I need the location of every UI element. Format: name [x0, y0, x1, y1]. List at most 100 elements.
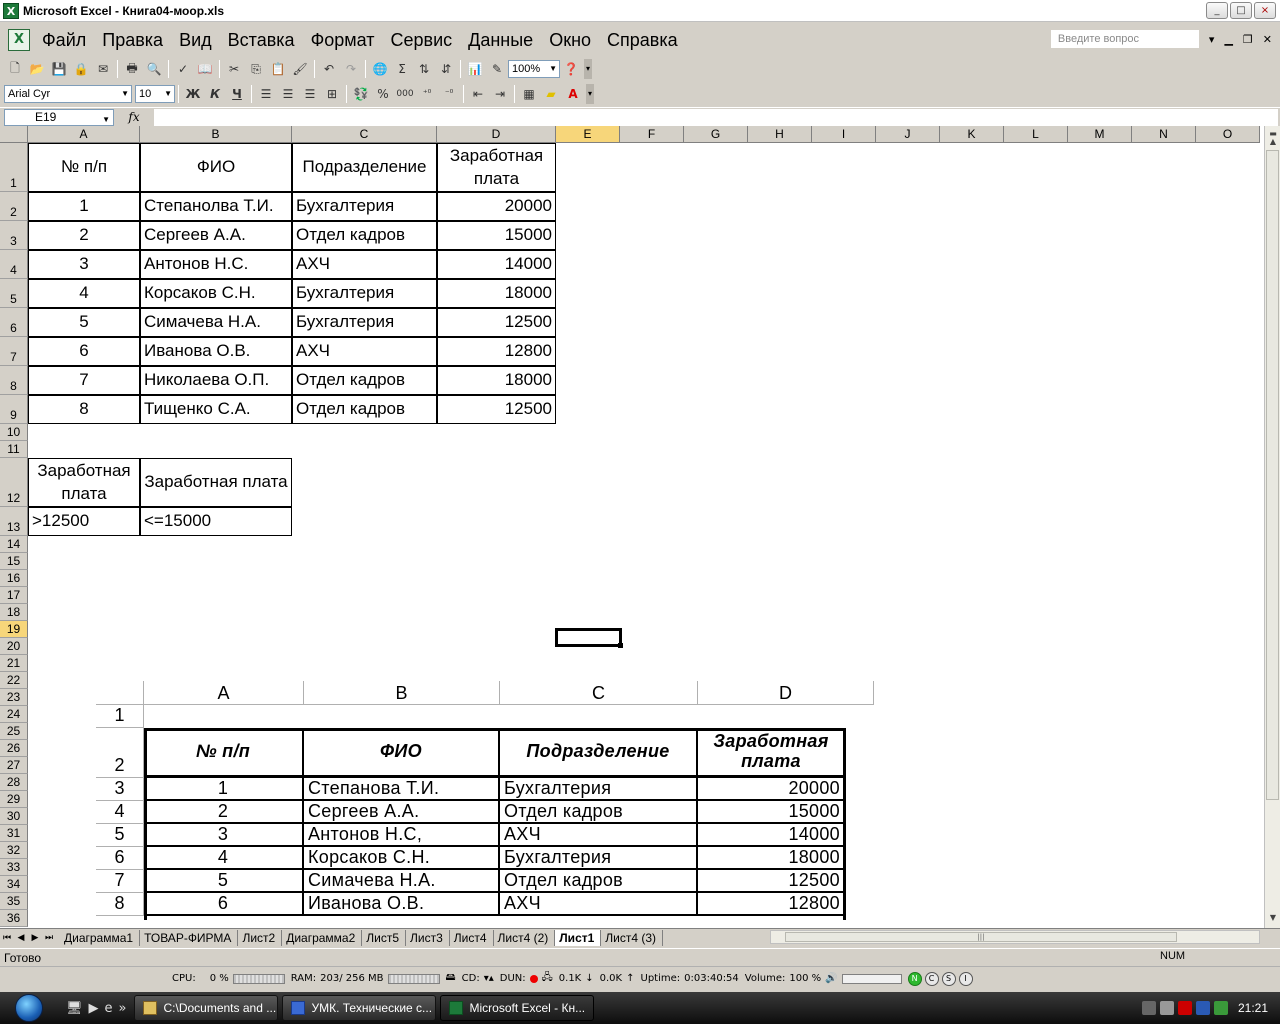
- increase-decimal-icon[interactable]: ⁺⁰: [416, 84, 438, 104]
- column-header-i[interactable]: I: [812, 126, 876, 143]
- row-header-34[interactable]: 34: [0, 876, 28, 893]
- autosum-icon[interactable]: Σ: [391, 59, 413, 79]
- sheet-tab[interactable]: Лист1: [555, 929, 602, 946]
- menu-data[interactable]: Данные: [460, 30, 541, 51]
- table-cell[interactable]: 15000: [437, 221, 556, 250]
- email-icon[interactable]: ✉: [92, 59, 114, 79]
- row-header-28[interactable]: 28: [0, 774, 28, 791]
- table-cell[interactable]: 1: [28, 192, 140, 221]
- row-header-32[interactable]: 32: [0, 842, 28, 859]
- paste-icon[interactable]: 📋: [267, 59, 289, 79]
- print-icon[interactable]: 🖶: [121, 59, 143, 79]
- select-all-button[interactable]: [0, 126, 28, 143]
- increase-indent-icon[interactable]: ⇥: [489, 84, 511, 104]
- row-header-36[interactable]: 36: [0, 910, 28, 927]
- next-sheet-icon[interactable]: ▶: [28, 933, 42, 943]
- table-cell[interactable]: 18000: [437, 366, 556, 395]
- copy-icon[interactable]: ⎘: [245, 59, 267, 79]
- percent-button[interactable]: %: [372, 84, 394, 104]
- table-cell[interactable]: 12800: [437, 337, 556, 366]
- active-cell-selection[interactable]: [555, 628, 622, 647]
- column-header-m[interactable]: M: [1068, 126, 1132, 143]
- align-center-icon[interactable]: ☰: [277, 84, 299, 104]
- row-header-3[interactable]: 3: [0, 221, 28, 250]
- zoom-select[interactable]: 100% ▼: [508, 60, 560, 78]
- taskbar-excel[interactable]: Microsoft Excel - Кн...: [440, 995, 595, 1021]
- table-cell[interactable]: 5: [28, 308, 140, 337]
- menu-window[interactable]: Окно: [541, 30, 599, 51]
- table-cell[interactable]: Степанолва Т.И.: [140, 192, 292, 221]
- table-cell[interactable]: Бухгалтерия: [292, 308, 437, 337]
- row-header-12[interactable]: 12: [0, 458, 28, 507]
- minimize-button[interactable]: _: [1206, 2, 1228, 19]
- doc-restore-icon[interactable]: ❐: [1243, 33, 1253, 46]
- criteria-value-cell[interactable]: <=15000: [140, 507, 292, 536]
- row-header-24[interactable]: 24: [0, 706, 28, 723]
- antivirus-tray-icon[interactable]: [1195, 1001, 1210, 1015]
- row-header-1[interactable]: 1: [0, 143, 28, 192]
- quick-launch-more-icon[interactable]: »: [119, 1001, 127, 1016]
- cd-eject-icon[interactable]: ▾▴: [484, 973, 494, 984]
- worksheet-grid[interactable]: ABCDEFGHIJKLMNO 1 2 3 4 5 6 7 8 9 10 11 12 13 14 15 16 1…: [0, 126, 1264, 928]
- column-header-e[interactable]: E: [556, 126, 620, 143]
- fill-handle[interactable]: [618, 643, 623, 648]
- row-header-7[interactable]: 7: [0, 337, 28, 366]
- table-header-cell[interactable]: Заработная плата: [437, 143, 556, 192]
- formula-input[interactable]: [154, 108, 1278, 126]
- column-header-h[interactable]: H: [748, 126, 812, 143]
- align-right-icon[interactable]: ☰: [299, 84, 321, 104]
- row-header-29[interactable]: 29: [0, 791, 28, 808]
- table-cell[interactable]: Сергеев А.А.: [140, 221, 292, 250]
- close-button[interactable]: ×: [1254, 2, 1276, 19]
- sheet-tab[interactable]: Лист3: [406, 929, 450, 946]
- volume-slider[interactable]: [841, 973, 902, 984]
- help-dropdown-icon[interactable]: ▾: [1209, 33, 1215, 46]
- name-box[interactable]: E19 ▼: [4, 108, 114, 126]
- table-cell[interactable]: 7: [28, 366, 140, 395]
- table-cell[interactable]: 8: [28, 395, 140, 424]
- column-header-b[interactable]: B: [140, 126, 292, 143]
- sheet-tab[interactable]: Лист4 (3): [601, 929, 664, 946]
- row-header-19[interactable]: 19: [0, 621, 28, 638]
- menu-tools[interactable]: Сервис: [383, 30, 461, 51]
- browser-icon[interactable]: e: [105, 1001, 113, 1016]
- table-header-cell[interactable]: Подразделение: [292, 143, 437, 192]
- currency-icon[interactable]: 💱: [350, 84, 372, 104]
- drawing-icon[interactable]: ✎: [486, 59, 508, 79]
- printer-tray-icon[interactable]: [1159, 1001, 1174, 1015]
- font-name-select[interactable]: Arial Cyr ▼: [4, 85, 132, 103]
- scroll-up-icon[interactable]: ▲: [1266, 134, 1280, 150]
- sheet-tab[interactable]: Лист2: [238, 929, 283, 946]
- taskbar-explorer[interactable]: C:\Documents and ...: [134, 995, 279, 1021]
- doc-minimize-icon[interactable]: ▁: [1224, 33, 1232, 46]
- desktop-icon[interactable]: 🖥: [66, 1001, 83, 1016]
- workbook-icon[interactable]: X: [8, 29, 30, 51]
- row-header-13[interactable]: 13: [0, 507, 28, 536]
- column-header-d[interactable]: D: [437, 126, 556, 143]
- toolbar-options-icon[interactable]: ▾: [586, 84, 594, 104]
- row-header-15[interactable]: 15: [0, 553, 28, 570]
- new-icon[interactable]: 🗋: [4, 59, 26, 79]
- chart-wizard-icon[interactable]: 📊: [464, 59, 486, 79]
- table-cell[interactable]: 18000: [437, 279, 556, 308]
- merge-center-icon[interactable]: ⊞: [321, 84, 343, 104]
- row-header-23[interactable]: 23: [0, 689, 28, 706]
- table-cell[interactable]: Бухгалтерия: [292, 279, 437, 308]
- borders-icon[interactable]: ▦: [518, 84, 540, 104]
- row-header-33[interactable]: 33: [0, 859, 28, 876]
- column-header-n[interactable]: N: [1132, 126, 1196, 143]
- row-header-27[interactable]: 27: [0, 757, 28, 774]
- permission-icon[interactable]: 🔒: [70, 59, 92, 79]
- scroll-down-icon[interactable]: ▼: [1266, 910, 1280, 926]
- column-header-l[interactable]: L: [1004, 126, 1068, 143]
- hyperlink-icon[interactable]: 🌐: [369, 59, 391, 79]
- maximize-button[interactable]: □: [1230, 2, 1252, 19]
- table-cell[interactable]: Николаева О.П.: [140, 366, 292, 395]
- row-header-21[interactable]: 21: [0, 655, 28, 672]
- vertical-scrollbar[interactable]: ▬ ▲ ▼: [1264, 126, 1280, 928]
- horizontal-scrollbar[interactable]: |||: [770, 930, 1260, 944]
- row-header-4[interactable]: 4: [0, 250, 28, 279]
- menu-help[interactable]: Справка: [599, 30, 686, 51]
- column-header-j[interactable]: J: [876, 126, 940, 143]
- insert-function-icon[interactable]: fx: [114, 110, 154, 124]
